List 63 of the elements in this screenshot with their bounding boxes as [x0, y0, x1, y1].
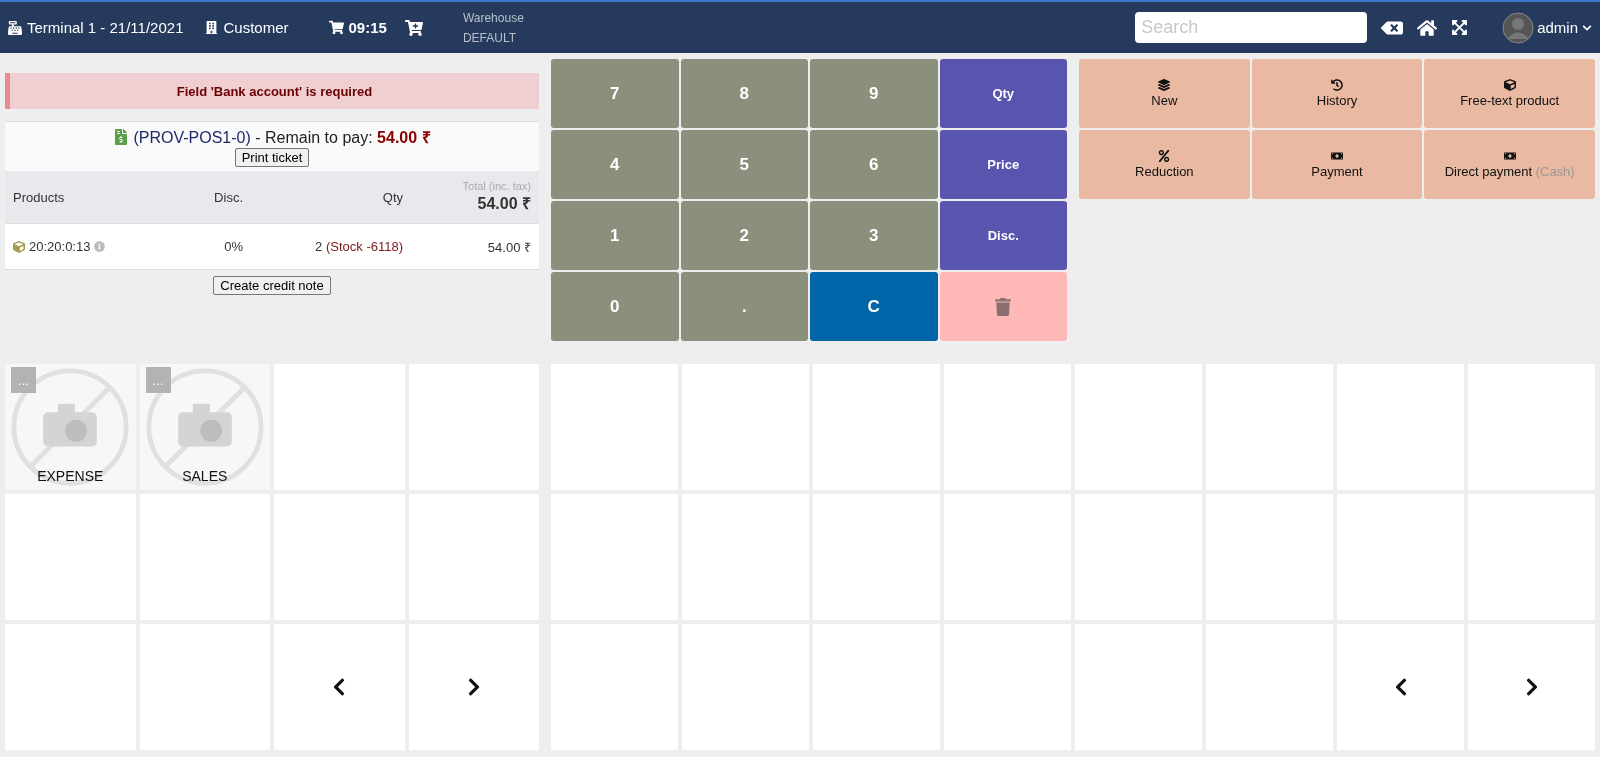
digit-key[interactable]: 4	[551, 130, 679, 199]
clear-key[interactable]: C	[810, 272, 938, 341]
add-cart-icon[interactable]	[404, 18, 423, 37]
cart-icon	[328, 20, 344, 35]
cash-register-icon	[8, 20, 22, 35]
credit-note-button[interactable]: Create credit note	[213, 276, 331, 295]
digit-key[interactable]: 6	[810, 130, 938, 199]
order-total: 54.00 ₹	[477, 194, 531, 214]
column-header: Total (inc. tax)	[462, 180, 531, 192]
action-button[interactable]: Free-text product	[1424, 59, 1595, 128]
banknote-icon	[1503, 150, 1516, 162]
avatar-icon	[1502, 11, 1535, 44]
caret-icon	[1582, 22, 1592, 33]
digit-key[interactable]: .	[680, 272, 808, 341]
cube-icon	[13, 240, 25, 253]
banknote-icon	[1331, 150, 1343, 162]
trash-icon	[994, 297, 1013, 316]
line-total: 54.00 ₹	[486, 238, 531, 256]
terminal-label: Terminal 1 - 21/11/2021	[27, 19, 184, 36]
fullscreen-icon[interactable]	[1451, 19, 1469, 36]
mode-key[interactable]: Disc.	[939, 201, 1067, 270]
digit-key[interactable]: 1	[551, 201, 679, 270]
quantity-cell-text: 2 (Stock -6118)	[314, 239, 403, 254]
customer-link[interactable]: Customer	[223, 19, 289, 36]
history-icon	[1331, 79, 1343, 91]
digit-key[interactable]: 9	[810, 59, 938, 128]
user-menu[interactable]: admin	[1537, 19, 1592, 36]
product-name: 20:20:0:13	[29, 239, 91, 254]
percent-icon	[1158, 150, 1171, 162]
action-button[interactable]: History	[1251, 59, 1423, 128]
digit-key[interactable]: 0	[551, 272, 679, 341]
layers-icon	[1158, 79, 1171, 91]
action-button[interactable]: New	[1079, 59, 1250, 128]
action-button[interactable]: Direct payment (Cash)	[1424, 130, 1595, 199]
delete-button[interactable]	[939, 272, 1067, 341]
home-icon[interactable]	[1417, 17, 1438, 38]
invoice-icon	[113, 129, 130, 145]
cube-icon	[1503, 79, 1516, 91]
mode-key[interactable]: Qty	[939, 59, 1067, 128]
error-message: Field 'Bank account' is required	[5, 73, 539, 109]
action-button[interactable]: Reduction	[1079, 130, 1250, 199]
category-tile[interactable]: ... SALES	[139, 364, 270, 490]
category-label: EXPENSE	[37, 468, 104, 486]
column-header: Qty	[381, 189, 403, 205]
digit-key[interactable]: 8	[680, 59, 808, 128]
digit-key[interactable]: 5	[680, 130, 808, 199]
warehouse-label: Warehouse	[462, 10, 524, 25]
category-tile[interactable]: ... EXPENSE	[5, 364, 136, 490]
digit-key[interactable]: 2	[680, 201, 808, 270]
discount-cell-text: 0%	[223, 239, 243, 254]
column-header: Products	[13, 189, 66, 205]
order-time: 09:15	[348, 19, 387, 36]
mode-key[interactable]: Price	[939, 130, 1067, 199]
remain-to-pay-text: (PROV-POS1-0) - Remain to pay: 54.00 ₹	[133, 128, 431, 148]
action-button[interactable]: Payment	[1251, 130, 1423, 199]
digit-key[interactable]: 7	[551, 59, 679, 128]
print-ticket-button[interactable]: Print ticket	[234, 148, 310, 167]
category-label: SALES	[182, 468, 228, 486]
warehouse-value: DEFAULT	[462, 30, 517, 45]
column-header: Disc.	[213, 189, 243, 205]
info-icon	[94, 241, 106, 252]
building-icon	[205, 21, 219, 34]
digit-key[interactable]: 3	[810, 201, 938, 270]
